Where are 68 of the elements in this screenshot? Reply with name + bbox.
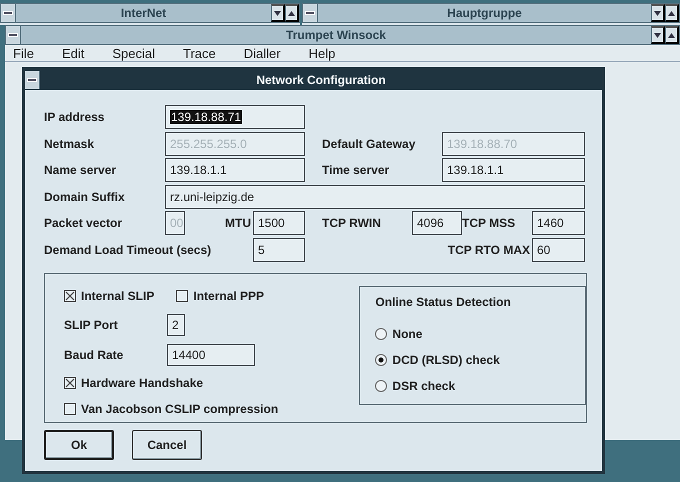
field-label: Time server	[322, 163, 390, 177]
radio-button[interactable]	[375, 354, 388, 366]
text-field[interactable]: 139.18.88.71	[165, 105, 305, 129]
radio-label: None	[392, 326, 422, 340]
text-field[interactable]: 5	[253, 238, 305, 262]
dialog-button[interactable]: Cancel	[132, 430, 202, 460]
group-title: Online Status Detection	[375, 294, 512, 308]
field-label: IP address	[44, 110, 106, 124]
triangle-up-icon	[288, 10, 295, 16]
radio-button[interactable]	[375, 380, 388, 392]
dialog-button[interactable]: Ok	[44, 430, 114, 460]
field-label: Domain Suffix	[44, 190, 126, 204]
dialog-title: Network Configuration	[255, 73, 387, 87]
system-menu-button[interactable]	[25, 71, 40, 89]
menu-item[interactable]: Dialler	[244, 46, 281, 60]
radio-label: DSR check	[392, 378, 456, 392]
field-label: MTU	[224, 216, 252, 230]
menu-item[interactable]: Trace	[183, 46, 216, 60]
triangle-up-icon	[668, 32, 675, 38]
triangle-down-icon	[654, 32, 661, 38]
field-label: Baud Rate	[64, 348, 124, 362]
checkbox[interactable]	[64, 290, 76, 302]
menu-item[interactable]: Help	[308, 46, 336, 60]
field-label: Demand Load Timeout (secs)	[44, 242, 212, 256]
field-label: SLIP Port	[64, 318, 119, 332]
field-label: Name server	[44, 163, 118, 177]
triangle-down-icon	[274, 10, 281, 16]
window-title: Hauptgruppe	[446, 6, 523, 20]
text-field[interactable]: 60	[532, 238, 585, 262]
menu-item[interactable]: Edit	[62, 46, 84, 60]
text-field[interactable]: 1500	[253, 211, 305, 235]
window-title: InterNet	[120, 6, 168, 20]
text-field[interactable]: 139.18.1.1	[165, 158, 305, 182]
text-field[interactable]: 139.18.1.1	[442, 158, 585, 182]
minimize-button[interactable]	[651, 4, 665, 22]
field-label: Netmask	[44, 136, 96, 150]
field-label: TCP RWIN	[322, 216, 382, 230]
window-title: Trumpet Winsock	[285, 28, 387, 42]
checkbox-label: Internal PPP	[193, 288, 264, 302]
text-field[interactable]: 4096	[412, 211, 462, 235]
checkbox[interactable]	[64, 402, 76, 414]
checkbox[interactable]	[64, 376, 76, 388]
menu-item[interactable]: File	[13, 46, 34, 60]
checkbox-label: Internal SLIP	[81, 288, 154, 302]
text-field[interactable]: rz.uni-leipzig.de	[165, 184, 585, 208]
radio-label: DCD (RLSD) check	[392, 352, 500, 366]
triangle-up-icon	[668, 10, 675, 16]
maximize-button[interactable]	[665, 4, 679, 22]
text-field[interactable]: 14400	[167, 344, 255, 366]
checkbox-label: Van Jacobson CSLIP compression	[81, 402, 278, 416]
maximize-button[interactable]	[665, 26, 679, 44]
maximize-button[interactable]	[285, 4, 299, 22]
field-label: Packet vector	[44, 216, 124, 230]
system-menu-button[interactable]	[6, 26, 21, 44]
minimize-button[interactable]	[271, 4, 285, 22]
triangle-down-icon	[654, 10, 661, 16]
checkbox[interactable]	[176, 290, 188, 302]
field-label: TCP RTO MAX	[446, 242, 531, 256]
text-field[interactable]: 2	[167, 314, 185, 336]
text-field[interactable]: 1460	[532, 211, 585, 235]
system-menu-button[interactable]	[303, 4, 318, 22]
checkbox-label: Hardware Handshake	[81, 376, 204, 390]
field-label: Default Gateway	[322, 136, 416, 150]
system-menu-button[interactable]	[1, 4, 16, 22]
menu-item[interactable]: Special	[112, 46, 155, 60]
radio-button[interactable]	[375, 328, 388, 340]
field-label: TCP MSS	[462, 216, 516, 230]
minimize-button[interactable]	[651, 26, 665, 44]
